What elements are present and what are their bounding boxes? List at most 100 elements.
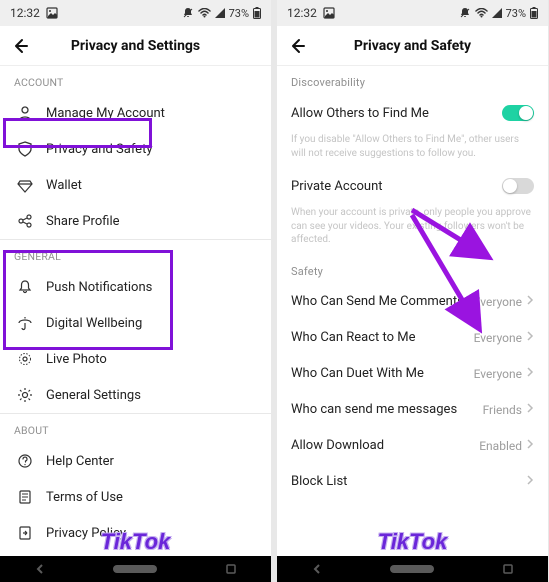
- section-discoverability: Discoverability: [277, 66, 548, 95]
- row-value: Everyone: [474, 367, 522, 381]
- row-value: Friends: [483, 403, 522, 417]
- nav-recent-icon[interactable]: [502, 560, 514, 579]
- row-label: Who Can React to Me: [291, 330, 474, 345]
- row-digital-wellbeing[interactable]: Digital Wellbeing: [0, 305, 271, 341]
- back-button[interactable]: [0, 26, 40, 66]
- row-label: Who can send me messages: [291, 402, 483, 417]
- status-bar: 12:32 73%: [277, 0, 548, 26]
- row-label: Terms of Use: [46, 490, 257, 505]
- row-label: Block List: [291, 474, 526, 489]
- row-copyright[interactable]: Copyright Poli: [0, 551, 271, 556]
- diamond-icon: [14, 177, 36, 193]
- row-who-react[interactable]: Who Can React to Me Everyone: [277, 320, 548, 356]
- phone-left: 12:32 73% Privacy and Settings ACCOUNT M…: [0, 0, 271, 582]
- header: Privacy and Safety: [277, 26, 548, 66]
- row-label: Allow Others to Find Me: [291, 106, 502, 121]
- row-who-messages[interactable]: Who can send me messages Friends: [277, 392, 548, 428]
- row-label: Wallet: [46, 178, 257, 193]
- row-label: Live Photo: [46, 352, 257, 367]
- nav-recent-icon[interactable]: [225, 560, 237, 579]
- page-title: Privacy and Settings: [0, 38, 271, 54]
- gear-icon: [14, 387, 36, 403]
- umbrella-icon: [14, 315, 36, 331]
- share-icon: [14, 213, 36, 229]
- row-label: Share Profile: [46, 214, 257, 229]
- live-photo-icon: [14, 351, 36, 367]
- row-manage-account[interactable]: Manage My Account: [0, 95, 271, 131]
- section-account: ACCOUNT: [0, 66, 271, 95]
- row-label: Help Center: [46, 454, 257, 469]
- document-arrow-icon: [14, 525, 36, 541]
- back-button[interactable]: [277, 26, 317, 66]
- toggle-allow-find[interactable]: [502, 105, 534, 121]
- row-label: Manage My Account: [46, 106, 257, 121]
- row-general-settings[interactable]: General Settings: [0, 377, 271, 413]
- row-allow-find-me[interactable]: Allow Others to Find Me: [277, 95, 548, 131]
- arrow-left-icon: [288, 37, 306, 55]
- battery-icon: [530, 7, 538, 19]
- help-text: When your account is private, only peopl…: [277, 204, 548, 255]
- row-label: Allow Download: [291, 438, 479, 453]
- chevron-right-icon: [526, 366, 534, 382]
- chevron-right-icon: [526, 474, 534, 490]
- chevron-right-icon: [526, 294, 534, 310]
- row-label: Who Can Duet With Me: [291, 366, 474, 381]
- row-label: Who Can Send Me Comments: [291, 294, 474, 309]
- section-safety: Safety: [277, 255, 548, 284]
- android-navbar: [0, 556, 271, 582]
- shield-icon: [14, 141, 36, 157]
- row-allow-download[interactable]: Allow Download Enabled: [277, 428, 548, 464]
- row-label: Privacy Policy: [46, 526, 257, 541]
- row-label: General Settings: [46, 388, 257, 403]
- row-value: Enabled: [479, 439, 522, 453]
- nav-home-pill[interactable]: [113, 565, 157, 573]
- page-title: Privacy and Safety: [277, 38, 548, 54]
- wifi-icon: [475, 8, 488, 18]
- row-wallet[interactable]: Wallet: [0, 167, 271, 203]
- row-privacy-policy[interactable]: Privacy Policy: [0, 515, 271, 551]
- privacy-list[interactable]: Discoverability Allow Others to Find Me …: [277, 66, 548, 556]
- row-push-notifications[interactable]: Push Notifications: [0, 269, 271, 305]
- picture-icon: [46, 7, 58, 19]
- battery-icon: [253, 7, 261, 19]
- nav-back-icon[interactable]: [311, 560, 323, 579]
- bell-off-icon: [459, 7, 471, 19]
- person-icon: [14, 105, 36, 121]
- row-who-duet[interactable]: Who Can Duet With Me Everyone: [277, 356, 548, 392]
- header: Privacy and Settings: [0, 26, 271, 66]
- row-who-comments[interactable]: Who Can Send Me Comments Everyone: [277, 284, 548, 320]
- row-share-profile[interactable]: Share Profile: [0, 203, 271, 239]
- row-live-photo[interactable]: Live Photo: [0, 341, 271, 377]
- row-label: Push Notifications: [46, 280, 257, 295]
- signal-icon: [492, 8, 502, 18]
- help-text: If you disable "Allow Others to Find Me"…: [277, 131, 548, 168]
- row-value: Everyone: [474, 295, 522, 309]
- settings-list[interactable]: ACCOUNT Manage My Account Privacy and Sa…: [0, 66, 271, 556]
- arrow-left-icon: [11, 37, 29, 55]
- row-block-list[interactable]: Block List: [277, 464, 548, 500]
- row-value: Everyone: [474, 331, 522, 345]
- section-general: GENERAL: [0, 240, 271, 269]
- row-label: Digital Wellbeing: [46, 316, 257, 331]
- nav-back-icon[interactable]: [34, 560, 46, 579]
- row-label: Private Account: [291, 179, 502, 194]
- row-privacy-safety[interactable]: Privacy and Safety: [0, 131, 271, 167]
- status-bar: 12:32 73%: [0, 0, 271, 26]
- battery-text: 73%: [506, 7, 526, 20]
- chevron-right-icon: [526, 330, 534, 346]
- status-time: 12:32: [287, 6, 317, 20]
- android-navbar: [277, 556, 548, 582]
- nav-home-pill[interactable]: [390, 565, 434, 573]
- row-help-center[interactable]: Help Center: [0, 443, 271, 479]
- status-time: 12:32: [10, 6, 40, 20]
- bell-icon: [14, 279, 36, 295]
- row-terms[interactable]: Terms of Use: [0, 479, 271, 515]
- signal-icon: [215, 8, 225, 18]
- row-private-account[interactable]: Private Account: [277, 168, 548, 204]
- bell-off-icon: [182, 7, 194, 19]
- wifi-icon: [198, 8, 211, 18]
- chevron-right-icon: [526, 438, 534, 454]
- toggle-private-account[interactable]: [502, 178, 534, 194]
- section-about: ABOUT: [0, 414, 271, 443]
- document-icon: [14, 489, 36, 505]
